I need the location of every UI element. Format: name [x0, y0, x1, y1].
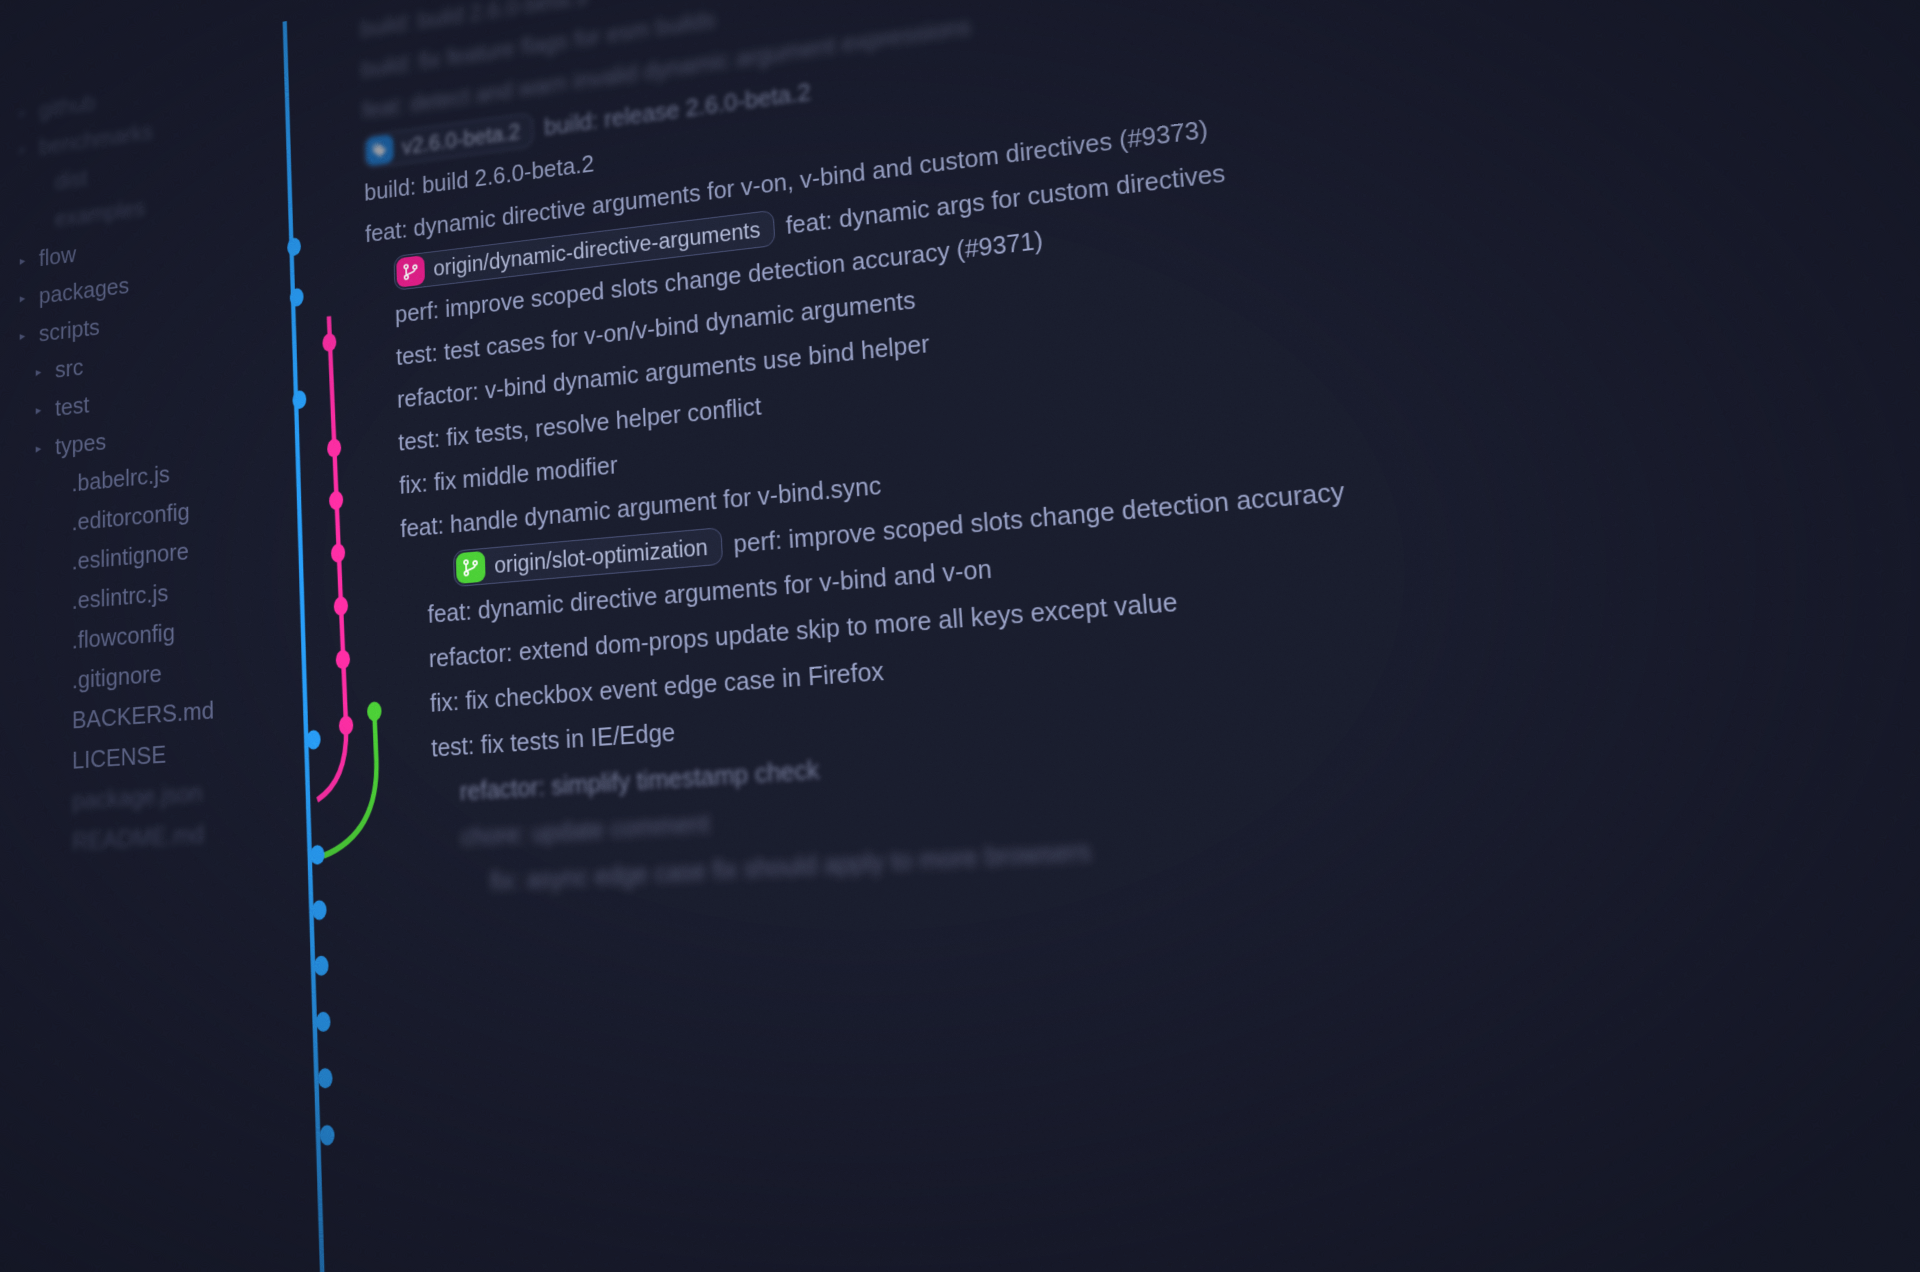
disclosure-arrow-icon [36, 220, 49, 222]
disclosure-arrow-icon: ▸ [20, 104, 33, 120]
commit-message: chore: update comment [461, 809, 711, 852]
commit-message: test: fix tests in IE/Edge [431, 718, 676, 763]
tree-item-label: test [55, 391, 89, 422]
tree-item-label: .eslintignore [72, 537, 189, 576]
tree-item-label: package.json [72, 778, 203, 816]
disclosure-arrow-icon: ▸ [20, 252, 33, 268]
disclosure-arrow-icon [52, 842, 65, 843]
disclosure-arrow-icon: ▸ [20, 141, 33, 157]
disclosure-arrow-icon [52, 562, 65, 563]
tree-item-label: src [55, 353, 83, 384]
disclosure-arrow-icon [52, 485, 65, 486]
tree-item-label: .eslintrc.js [72, 579, 169, 616]
disclosure-arrow-icon [52, 523, 65, 524]
disclosure-arrow-icon [52, 602, 65, 603]
tree-item-label: LICENSE [72, 740, 166, 776]
tree-item-label: flow [39, 241, 76, 273]
disclosure-arrow-icon [52, 681, 65, 682]
tree-item-label: .flowconfig [72, 618, 175, 655]
tree-item-label: github [39, 89, 96, 124]
disclosure-arrow-icon [52, 641, 65, 642]
file-tree-sidebar: ▸github▸benchmarksdistexamples▸flow▸pack… [0, 25, 282, 1272]
branch-icon [456, 551, 486, 584]
disclosure-arrow-icon [36, 183, 49, 185]
disclosure-arrow-icon [52, 802, 65, 803]
ref-label: v2.6.0-beta.2 [402, 119, 521, 159]
disclosure-arrow-icon: ▸ [20, 290, 33, 306]
disclosure-arrow-icon [52, 761, 65, 762]
tree-item-label: dist [55, 164, 88, 195]
tree-item-label: .editorconfig [72, 497, 190, 537]
tree-item-label: .gitignore [72, 659, 162, 695]
tree-item-label: .babelrc.js [71, 460, 169, 498]
git-log-panel: build: build 2.6.0-beta.3build: fix feat… [259, 0, 1920, 1272]
tree-item-label: types [55, 428, 106, 461]
tree-item-label: README.md [72, 819, 204, 856]
tree-item-label: examples [55, 194, 145, 233]
branch-icon [396, 255, 425, 288]
disclosure-arrow-icon: ▸ [36, 402, 49, 419]
disclosure-arrow-icon [52, 721, 65, 722]
tree-item-label: BACKERS.md [72, 696, 214, 735]
disclosure-arrow-icon: ▸ [36, 440, 49, 457]
disclosure-arrow-icon: ▸ [36, 363, 49, 380]
tree-item-label: scripts [39, 313, 100, 348]
tree-item-label: packages [39, 272, 129, 310]
disclosure-arrow-icon: ▸ [20, 327, 33, 343]
tag-icon [366, 134, 394, 166]
